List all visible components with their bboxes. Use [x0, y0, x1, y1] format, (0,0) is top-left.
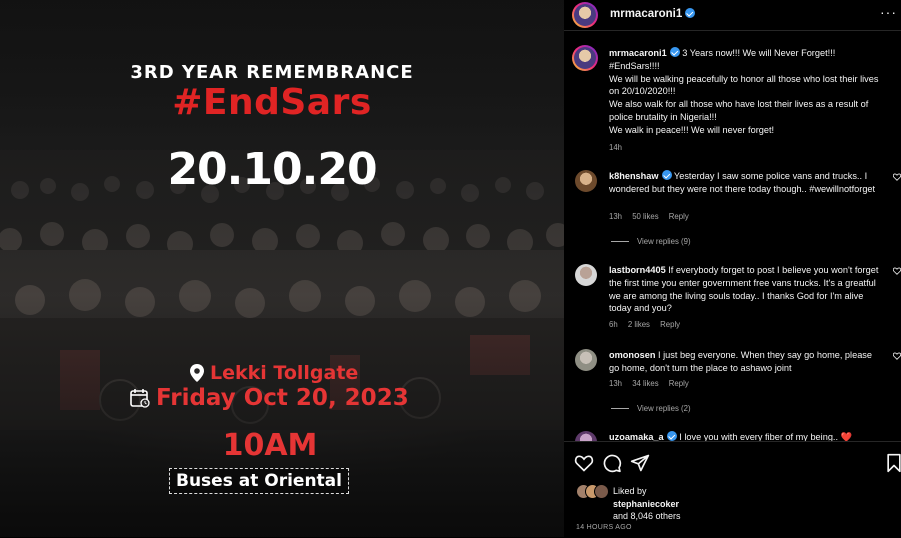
reply-button[interactable]: Reply — [660, 320, 680, 329]
location-text: Lekki Tollgate — [210, 362, 359, 384]
comment-username[interactable]: lastborn4405 — [609, 265, 666, 275]
comment-username[interactable]: uzoamaka_a — [609, 432, 664, 441]
endsars-hashtag: #EndSars — [172, 82, 372, 123]
comment-likes[interactable]: 50 likes — [632, 212, 658, 221]
liked-by-user[interactable]: stephaniecoker — [613, 499, 679, 509]
event-time: 10AM — [222, 428, 318, 463]
reply-button[interactable]: Reply — [669, 212, 689, 221]
header-username-text[interactable]: mrmacaroni1 — [610, 8, 682, 20]
post-sidebar: mrmacaroni1 ··· mrmacaroni1 3 Years now!… — [564, 0, 901, 537]
post-timestamp[interactable]: 14 HOURS AGO — [576, 524, 632, 531]
header-username[interactable]: mrmacaroni1 — [610, 8, 696, 20]
comment-meta: 6h 2 likes Reply — [609, 320, 688, 329]
caption-text: mrmacaroni1 3 Years now!!! We will Never… — [609, 47, 891, 137]
view-replies-button[interactable]: View replies (2) — [611, 404, 691, 413]
buses-note: Buses at Oriental — [169, 468, 349, 494]
commenter-avatar[interactable] — [575, 349, 597, 371]
more-options-icon[interactable]: ··· — [880, 4, 897, 20]
comment-text: lastborn4405 If everybody forget to post… — [609, 264, 883, 315]
big-date: 20.10.20 — [167, 144, 377, 195]
caption-line-5: We walk in peace!!! We will never forget… — [609, 124, 775, 135]
commenter-avatar[interactable] — [575, 431, 597, 441]
comment-likes[interactable]: 2 likes — [628, 320, 650, 329]
comment-meta: 13h 34 likes Reply — [609, 379, 697, 388]
verified-badge-icon — [666, 431, 677, 441]
commenter-avatar[interactable] — [575, 170, 597, 192]
post-image[interactable]: 3RD YEAR REMEMBRANCE #EndSars 20.10.20 L… — [0, 0, 564, 537]
post-actions: Liked by stephaniecoker and 8,046 others… — [564, 441, 901, 538]
commenter-avatar[interactable] — [575, 264, 597, 286]
comment-time[interactable]: 13h — [609, 379, 622, 388]
comment-time[interactable]: 6h — [609, 320, 618, 329]
comment-username[interactable]: omonosen — [609, 350, 655, 360]
calendar-icon — [130, 389, 150, 408]
caption-line-2: #EndSars!!!! — [609, 60, 660, 71]
comment-text: k8henshaw Yesterday I saw some police va… — [609, 170, 879, 196]
event-date-text: Friday Oct 20, 2023 — [156, 385, 409, 411]
liked-by-prefix: Liked by — [613, 486, 647, 496]
like-comment-heart-icon[interactable] — [893, 173, 901, 181]
verified-badge-icon — [669, 47, 680, 57]
post-header: mrmacaroni1 ··· — [564, 0, 901, 31]
comment-text: uzoamaka_a I love you with every fiber o… — [609, 431, 879, 441]
caption-meta: 14h — [609, 143, 630, 152]
liked-by-others[interactable]: and 8,046 others — [613, 511, 681, 521]
view-replies-text[interactable]: View replies (9) — [637, 237, 691, 246]
caption-line-1: 3 Years now!!! We will Never Forget!!! — [682, 48, 836, 58]
caption-line-3: We will be walking peacefully to honor a… — [609, 73, 879, 97]
caption-line-4: We also walk for all those who have lost… — [609, 99, 869, 122]
reply-button[interactable]: Reply — [669, 379, 689, 388]
comment-body: I love you with every fiber of my being.… — [679, 432, 853, 441]
comments-section[interactable]: mrmacaroni1 3 Years now!!! We will Never… — [564, 40, 901, 441]
comment-time[interactable]: 13h — [609, 212, 622, 221]
comment-bubble-icon[interactable] — [602, 453, 622, 473]
verified-badge-icon — [685, 8, 696, 18]
liked-by-avatars[interactable] — [576, 484, 610, 499]
view-replies-text[interactable]: View replies (2) — [637, 404, 691, 413]
comment-text: omonosen I just beg everyone. When they … — [609, 349, 879, 375]
location-pin-icon — [190, 364, 204, 382]
comment-username[interactable]: k8henshaw — [609, 171, 659, 181]
view-replies-button[interactable]: View replies (9) — [611, 237, 691, 246]
like-comment-heart-icon[interactable] — [893, 267, 901, 275]
caption-avatar[interactable] — [572, 45, 598, 71]
liked-by-text: Liked by stephaniecoker and 8,046 others — [613, 485, 681, 523]
comment-likes[interactable]: 34 likes — [632, 379, 658, 388]
event-location: Lekki Tollgate — [190, 362, 358, 384]
verified-badge-icon — [661, 170, 672, 180]
remembrance-heading: 3RD YEAR REMEMBRANCE — [130, 62, 414, 83]
like-comment-heart-icon[interactable] — [893, 352, 901, 360]
like-heart-icon[interactable] — [574, 453, 594, 473]
share-paper-plane-icon[interactable] — [630, 453, 650, 473]
comment-meta: 13h 50 likes Reply — [609, 212, 697, 221]
author-avatar[interactable] — [572, 2, 598, 28]
caption-username[interactable]: mrmacaroni1 — [609, 48, 667, 58]
event-date: Friday Oct 20, 2023 — [130, 385, 409, 411]
save-bookmark-icon[interactable] — [884, 453, 901, 473]
caption-time[interactable]: 14h — [609, 143, 622, 152]
